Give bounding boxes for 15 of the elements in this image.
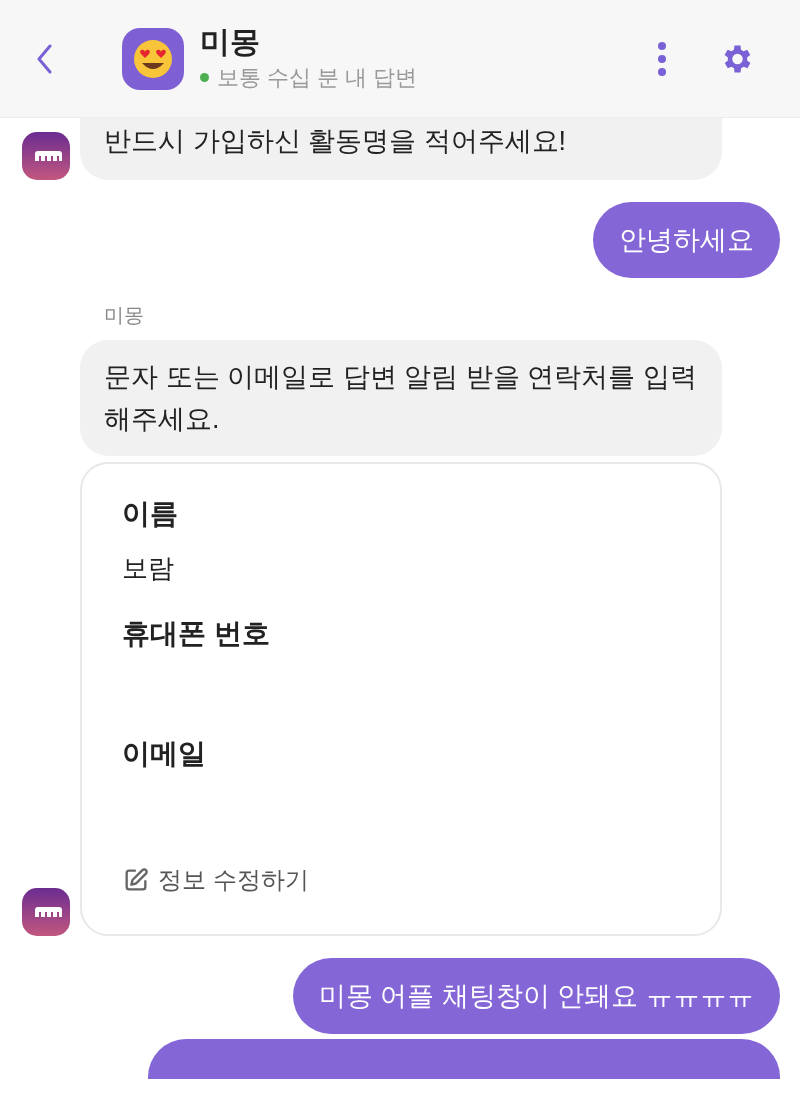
chat-title: 미몽	[200, 24, 261, 60]
field-label: 이메일	[122, 737, 207, 771]
bot-message-bubble: 반드시 가입하신 활동명을 적어주세요!	[80, 118, 722, 180]
user-message-bubble: 안녕하세요	[593, 202, 780, 278]
edit-info-link[interactable]: 정보 수정하기	[122, 862, 680, 898]
field-label: 이름	[122, 497, 179, 531]
comb-logo-icon	[22, 132, 70, 180]
user-message-bubble: 미몽 어플 채팅창이 안돼요 ㅠㅠㅠㅠ	[293, 958, 780, 1034]
response-time-status: 보통 수십 분 내 답변	[217, 64, 418, 92]
field-value: 보람	[122, 552, 175, 585]
field-label: 휴대폰 번호	[122, 617, 271, 651]
bot-message-bubble: 문자 또는 이메일로 답변 알림 받을 연락처를 입력해주세요.	[80, 340, 722, 456]
sender-name: 미몽	[104, 303, 145, 328]
heart-eyes-avatar-icon	[122, 27, 184, 90]
comb-logo-icon	[22, 888, 70, 936]
